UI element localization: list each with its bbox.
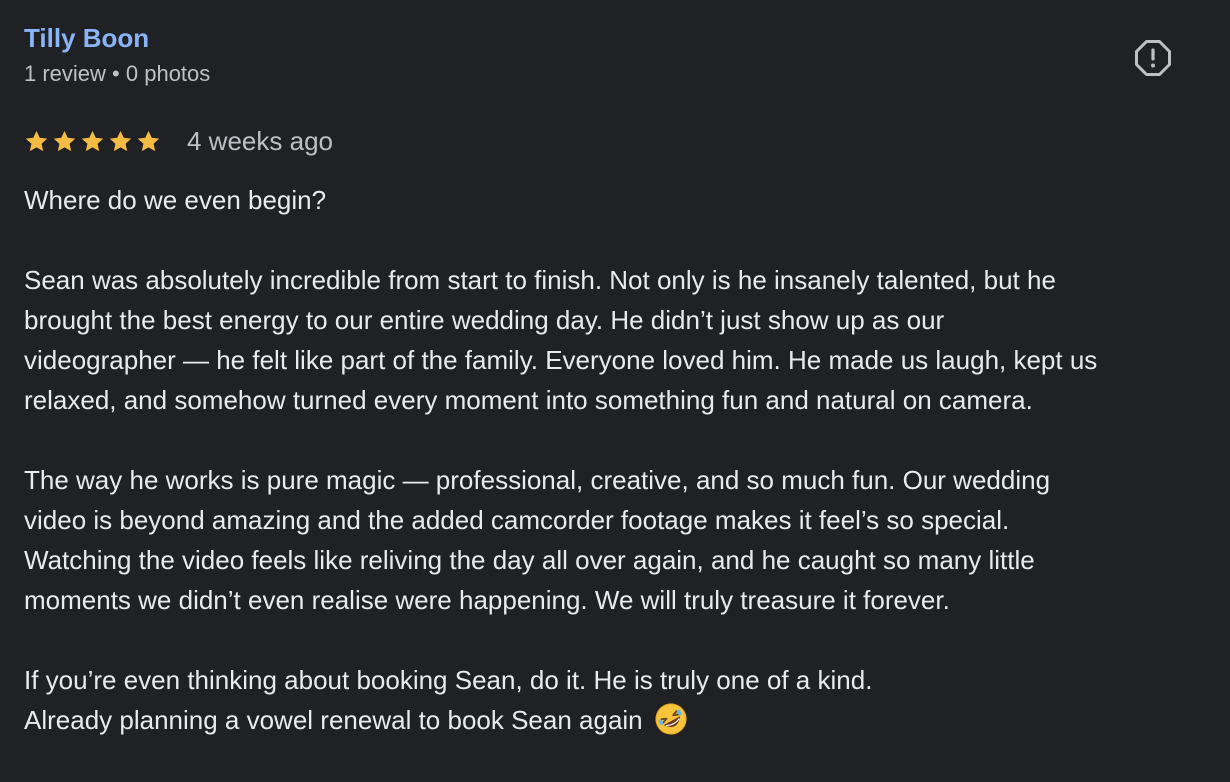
report-review-button[interactable] [1134, 39, 1172, 77]
star-rating [24, 129, 161, 154]
review-line: The way he works is pure magic — profess… [24, 465, 1051, 495]
star-icon [25, 130, 48, 151]
rating-row: 4 weeks ago [24, 124, 333, 158]
report-icon [1135, 40, 1171, 76]
review-line: video is beyond amazing and the added ca… [24, 505, 1010, 535]
review-date: 4 weeks ago [187, 126, 333, 156]
review-line: Sean was absolutely incredible from star… [24, 265, 1056, 295]
review-line: relaxed, and somehow turned every moment… [24, 385, 1033, 415]
review-line: moments we didn’t even realise were happ… [24, 585, 950, 615]
review-closing-text: Already planning a vowel renewal to book… [24, 705, 643, 735]
review-line-last: Already planning a vowel renewal to book… [24, 700, 1214, 740]
review-line: If you’re even thinking about booking Se… [24, 665, 873, 695]
review-opening: Where do we even begin? [24, 185, 327, 215]
review-text: Where do we even begin? Sean was absolut… [24, 180, 1214, 740]
meta-separator: • [112, 61, 120, 86]
review-line: brought the best energy to our entire we… [24, 305, 945, 335]
review-line: videographer — he felt like part of the … [24, 345, 1098, 375]
star-icon [109, 130, 132, 151]
star-icon [81, 130, 104, 151]
review-count: 1 review [24, 61, 106, 86]
reviewer-name-link[interactable]: Tilly Boon [24, 22, 149, 54]
star-icon [137, 130, 160, 151]
reviewer-meta: 1 review • 0 photos [24, 60, 210, 88]
review-line: Watching the video feels like reliving t… [24, 545, 1035, 575]
star-icon [53, 130, 76, 151]
photo-count: 0 photos [125, 61, 211, 86]
rolling-on-floor-laughing-emoji [655, 703, 687, 735]
review-card: Tilly Boon 1 review • 0 photos 4 weeks a… [24, 0, 1214, 782]
